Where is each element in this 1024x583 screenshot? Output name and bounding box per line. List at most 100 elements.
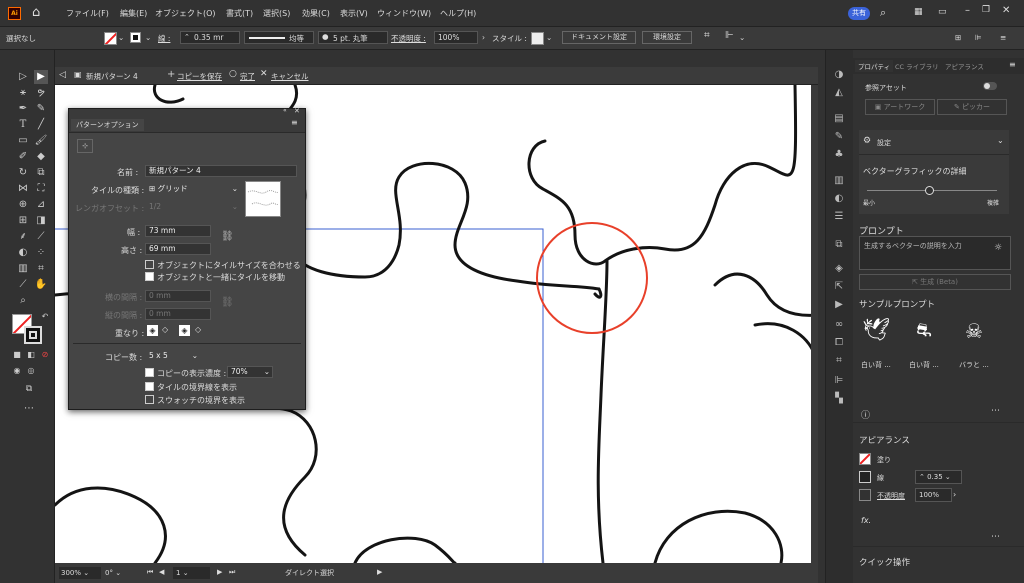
menu-window[interactable]: ウィンドウ(W)	[377, 8, 431, 19]
direct-selection-tool-icon[interactable]: ▶	[34, 70, 48, 84]
show-swatch-bounds-checkbox[interactable]: スウォッチの境界を表示	[145, 395, 245, 406]
actions-panel-icon[interactable]: ▶	[832, 298, 846, 312]
tab-appearance[interactable]: アピアランス	[945, 61, 984, 71]
swatches-panel-icon[interactable]: ▤	[832, 112, 846, 126]
panel-options-icon[interactable]: ⊫	[975, 33, 982, 42]
tab-cc-libraries[interactable]: CC ライブラリ	[895, 61, 939, 71]
more-tools-icon[interactable]: ⋯	[22, 402, 36, 416]
dialog-titlebar[interactable]: « ✕	[69, 107, 305, 117]
eraser-tool-icon[interactable]: ◆	[34, 150, 48, 164]
back-arrow-icon[interactable]: ◁	[59, 70, 66, 80]
shaper-tool-icon[interactable]: ✐	[16, 150, 30, 164]
symbol-sprayer-tool-icon[interactable]: ⁘	[34, 246, 48, 260]
menu-help[interactable]: ヘルプ(H)	[440, 8, 476, 19]
transform-panel-icon[interactable]: ⌗	[832, 354, 846, 368]
pen-tool-icon[interactable]: ✒	[16, 102, 30, 116]
overlap-top-icon[interactable]: ◈	[179, 325, 190, 336]
link-proportions-icon[interactable]: ⛓	[221, 231, 234, 242]
transparency-panel-icon[interactable]: ☰	[832, 210, 846, 224]
copies-select[interactable]: 5 x 5 ⌄	[145, 350, 201, 362]
draw-mode-icon[interactable]: ◉	[10, 364, 24, 378]
fx-button[interactable]: fx.	[861, 516, 871, 525]
appearance-stroke-swatch[interactable]	[859, 471, 871, 483]
gradient-panel-icon[interactable]: ◐	[832, 192, 846, 206]
style-swatch[interactable]	[531, 32, 544, 45]
tile-tool-icon[interactable]: ⊹	[77, 139, 93, 153]
dim-copies-select[interactable]: 70% ⌄	[227, 366, 273, 378]
menu-object[interactable]: オブジェクト(O)	[155, 8, 216, 19]
appearance-opacity-input[interactable]: 100%	[915, 488, 952, 502]
detail-slider-thumb[interactable]	[925, 186, 934, 195]
first-artboard-icon[interactable]: ⏮	[147, 568, 153, 577]
gradient-tool-icon[interactable]: ◨	[34, 214, 48, 228]
free-transform-tool-icon[interactable]: ⛶	[34, 182, 48, 196]
eyedropper-tool-icon[interactable]: ⸙	[16, 230, 30, 244]
type-tool-icon[interactable]: T	[16, 118, 30, 132]
align-dropdown-icon[interactable]: ⌄	[739, 33, 745, 42]
home-icon[interactable]: ⌂	[32, 5, 40, 20]
height-input[interactable]: 69 mm	[145, 243, 211, 255]
fill-dropdown-icon[interactable]: ⌄	[118, 33, 124, 42]
appearance-opacity-label[interactable]: 不透明度	[877, 491, 905, 501]
settings-chevron-icon[interactable]: ⌄	[997, 136, 1004, 145]
prev-artboard-icon[interactable]: ◀	[159, 568, 164, 576]
color-guide-icon[interactable]: ◭	[832, 86, 846, 100]
collapse-icon[interactable]: «	[283, 107, 287, 114]
search-icon[interactable]: ⌕	[880, 6, 886, 20]
rectangle-tool-icon[interactable]: ▭	[16, 134, 30, 148]
zoom-tool-icon[interactable]: ⌕	[16, 294, 30, 308]
status-arrow-icon[interactable]: ▶	[377, 568, 382, 576]
graph-tool-icon[interactable]: ▥	[16, 262, 30, 276]
transform-icon[interactable]: ⌗	[704, 30, 710, 41]
arrange-icon[interactable]: ▦	[914, 7, 923, 17]
swap-colors-icon[interactable]: ↶	[38, 310, 52, 324]
next-artboard-icon[interactable]: ▶	[217, 568, 222, 576]
artboard-tool-icon[interactable]: ⌗	[34, 262, 48, 276]
stroke-color-swatch[interactable]	[24, 326, 42, 344]
links-panel-icon[interactable]: ∞	[832, 318, 846, 332]
lasso-tool-icon[interactable]: ຯ	[34, 86, 48, 100]
perspective-tool-icon[interactable]: ⊿	[34, 198, 48, 212]
done-link[interactable]: 完了	[240, 71, 255, 82]
artwork-button[interactable]: ▣ アートワーク	[865, 99, 935, 115]
gradient-mode-icon[interactable]: ◧	[24, 348, 38, 362]
scale-tool-icon[interactable]: ⧉	[34, 166, 48, 180]
appearance-opacity-swatch[interactable]	[859, 489, 871, 501]
stroke-profile-select[interactable]: 均等	[244, 31, 314, 44]
menu-edit[interactable]: 編集(E)	[120, 8, 147, 19]
prompt-input[interactable]: 生成するベクターの説明を入力 ☼	[859, 236, 1011, 270]
artboards-panel-icon[interactable]: ⧉	[832, 238, 846, 252]
last-artboard-icon[interactable]: ⏭	[229, 568, 235, 577]
restore-icon[interactable]: ❐	[982, 5, 990, 15]
shape-builder-tool-icon[interactable]: ⊕	[16, 198, 30, 212]
tile-type-select[interactable]: ⊞ グリッド ⌄	[145, 183, 241, 195]
align-panel-icon[interactable]: ⊫	[832, 374, 846, 388]
color-panel-icon[interactable]: ◑	[832, 68, 846, 82]
brush-select[interactable]: ● 5 pt. 丸筆	[318, 31, 388, 44]
curvature-tool-icon[interactable]: ✎	[34, 102, 48, 116]
opacity-label[interactable]: 不透明度 :	[391, 33, 426, 44]
appearance-more-icon[interactable]: ⋯	[991, 532, 1000, 542]
artboard-select[interactable]: 1 ⌄	[173, 567, 210, 579]
settings-label[interactable]: 設定	[877, 138, 891, 148]
menu-effect[interactable]: 効果(C)	[302, 8, 330, 19]
export-panel-icon[interactable]: ⇱	[832, 280, 846, 294]
stroke-panel-icon[interactable]: ▥	[832, 174, 846, 188]
screen-mode-icon[interactable]: ⧉	[22, 382, 36, 396]
workspace-icon[interactable]: ▭	[938, 7, 947, 17]
width-input[interactable]: 73 mm	[145, 225, 211, 237]
brushes-panel-icon[interactable]: ✎	[832, 130, 846, 144]
width-tool-icon[interactable]: ⋈	[16, 182, 30, 196]
align-icon[interactable]: ⊩	[725, 30, 734, 41]
vertical-scrollbar[interactable]	[811, 85, 818, 563]
overlap-right-icon[interactable]: ◇	[162, 325, 168, 334]
mesh-tool-icon[interactable]: ⊞	[16, 214, 30, 228]
name-input[interactable]: 新規パターン 4	[145, 165, 297, 177]
tab-pattern-options[interactable]: パターンオプション	[71, 119, 144, 131]
appearance-fill-swatch[interactable]	[859, 453, 871, 465]
arrange-docs-icon[interactable]: ⊞	[955, 33, 961, 42]
close-icon[interactable]: ✕	[1002, 5, 1010, 16]
opacity-input[interactable]: 100%	[434, 31, 478, 44]
menu-view[interactable]: 表示(V)	[340, 8, 368, 19]
color-mode-icon[interactable]: ■	[10, 348, 24, 362]
